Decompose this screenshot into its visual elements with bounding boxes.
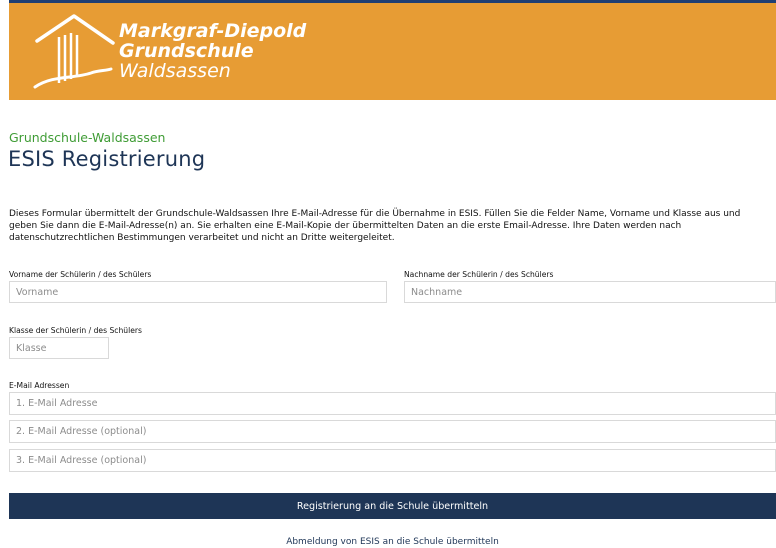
logo-line-1: Markgraf-Diepold — [119, 20, 307, 42]
logo-line-2: Grundschule — [119, 40, 254, 62]
submit-registration-button[interactable]: Registrierung an die Schule übermitteln — [9, 493, 776, 519]
intro-text: Dieses Formular übermittelt der Grundsch… — [9, 209, 741, 243]
unsubscribe-link[interactable]: Abmeldung von ESIS an die Schule übermit… — [9, 537, 776, 547]
school-logo-icon — [33, 14, 115, 89]
email-3-input[interactable] — [9, 449, 776, 472]
vorname-input[interactable] — [9, 281, 387, 303]
klasse-label: Klasse der Schülerin / des Schülers — [9, 326, 142, 335]
school-name: Grundschule-Waldsassen — [9, 130, 166, 145]
klasse-input[interactable] — [9, 337, 109, 359]
vorname-label: Vorname der Schülerin / des Schülers — [9, 270, 152, 279]
logo-line-3: Waldsassen — [119, 60, 231, 82]
logo-wordmark: Markgraf-Diepold Grundschule Waldsassen — [119, 21, 306, 81]
email-label: E-Mail Adressen — [9, 381, 70, 390]
email-2-input[interactable] — [9, 420, 776, 443]
header-banner: Markgraf-Diepold Grundschule Waldsassen — [9, 3, 776, 100]
nachname-input[interactable] — [404, 281, 776, 303]
email-1-input[interactable] — [9, 392, 776, 415]
nachname-label: Nachname der Schülerin / des Schülers — [404, 270, 554, 279]
page-title: ESIS Registrierung — [8, 147, 206, 171]
